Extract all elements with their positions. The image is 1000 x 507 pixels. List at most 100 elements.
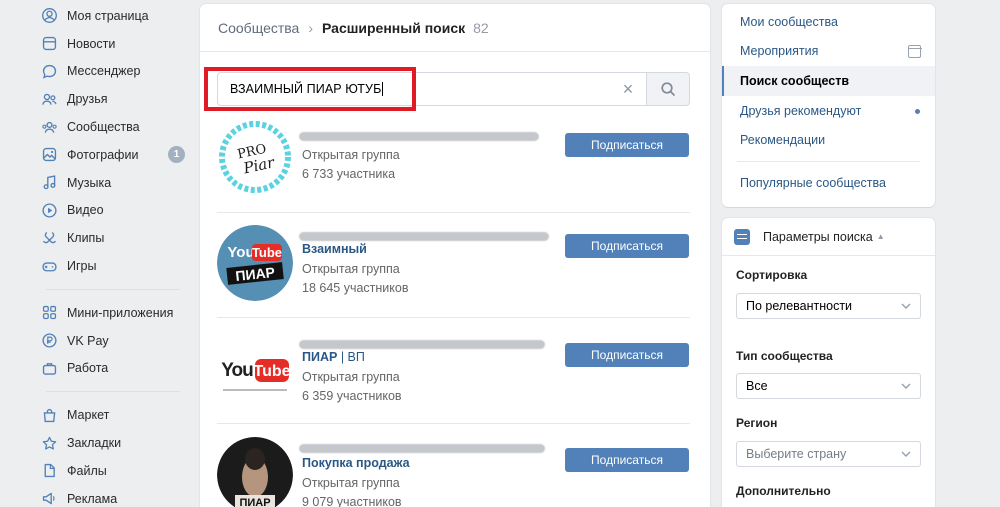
- search-highlight-box: [204, 67, 416, 111]
- nav-item-messenger[interactable]: Мессенджер: [40, 58, 190, 86]
- work-icon: [40, 359, 58, 377]
- nav-label: Мессенджер: [67, 64, 141, 79]
- nav-item-communities[interactable]: Сообщества: [40, 113, 190, 141]
- group-avatar[interactable]: You Tube ПИАР: [217, 225, 293, 301]
- menu-item-label: Друзья рекомендуют: [740, 103, 862, 118]
- nav-label: Сообщества: [67, 120, 140, 135]
- subscribe-button[interactable]: Подписаться: [565, 448, 689, 472]
- nav-item-work[interactable]: Работа: [40, 355, 190, 383]
- vkpay-icon: [40, 332, 58, 350]
- avatar-text: You: [221, 360, 253, 381]
- redacted-group-name: [299, 340, 545, 349]
- chevron-right-icon: ›: [308, 19, 313, 36]
- group-members: 6 359 участников: [302, 389, 402, 403]
- region-select-placeholder: Выберите страну: [746, 447, 847, 461]
- news-icon: [40, 35, 58, 53]
- nav-item-video[interactable]: Видео: [40, 197, 190, 225]
- nav-label: Файлы: [67, 463, 107, 478]
- communities-menu: Мои сообщества Мероприятия Поиск сообщес…: [722, 4, 935, 207]
- nav-item-photos[interactable]: Фотографии 1: [40, 141, 190, 169]
- nav-item-clips[interactable]: Клипы: [40, 224, 190, 252]
- group-name-text: ПИАР: [302, 350, 338, 364]
- community-type-select[interactable]: Все: [736, 373, 921, 399]
- group-members: 18 645 участников: [302, 281, 409, 295]
- nav-label: Реклама: [67, 491, 118, 506]
- group-name-link[interactable]: Покупка продажа: [302, 456, 410, 470]
- avatar-text: Tube: [253, 363, 290, 380]
- nav-item-vk-pay[interactable]: VK Pay: [40, 327, 190, 355]
- group-avatar[interactable]: ПИАР: [217, 437, 293, 507]
- calendar-icon[interactable]: [907, 44, 922, 58]
- messenger-icon: [40, 62, 58, 80]
- nav-label: Музыка: [67, 175, 112, 190]
- group-name-suffix: | ВП: [337, 350, 365, 364]
- avatar-text: ПИАР: [239, 497, 270, 507]
- music-icon: [40, 174, 58, 192]
- unread-dot-icon: [915, 108, 920, 114]
- group-avatar[interactable]: PRO Piar: [217, 119, 293, 195]
- results-count: 82: [473, 19, 489, 36]
- sort-label: Сортировка: [736, 268, 808, 282]
- list-item: You Tube ПИАР Взаимный Открытая группа 1…: [217, 213, 690, 318]
- nav-item-bookmarks[interactable]: Закладки: [40, 429, 190, 457]
- list-item: You Tube ПИАР | ВП Открытая группа 6 359…: [217, 318, 690, 424]
- group-list: PRO Piar Открытая группа 6 733 участника…: [217, 116, 690, 507]
- nav-item-news[interactable]: Новости: [40, 30, 190, 58]
- community-type-value: Все: [746, 379, 768, 393]
- community-type-label: Тип сообщества: [736, 349, 833, 363]
- ads-icon: [40, 490, 58, 507]
- nav-item-mini-apps[interactable]: Мини-приложения: [40, 299, 190, 327]
- nav-label: Видео: [67, 203, 104, 218]
- menu-item-popular-communities[interactable]: Популярные сообщества: [722, 168, 935, 198]
- nav-item-files[interactable]: Файлы: [40, 457, 190, 485]
- friends-icon: [40, 90, 58, 108]
- nav-item-music[interactable]: Музыка: [40, 169, 190, 197]
- nav-label: Фотографии: [67, 147, 139, 162]
- nav-label: Друзья: [67, 92, 108, 107]
- sort-select[interactable]: По релевантности: [736, 293, 921, 319]
- search-parameters-panel: Параметры поиска ▲ Сортировка По релеван…: [722, 218, 935, 507]
- group-avatar[interactable]: You Tube: [217, 332, 293, 408]
- avatar-text: You: [227, 244, 254, 261]
- menu-item-friends-recommend[interactable]: Друзья рекомендуют: [722, 96, 935, 126]
- group-name-link[interactable]: ПИАР | ВП: [302, 350, 365, 364]
- photos-icon: [40, 146, 58, 164]
- apps-icon: [40, 304, 58, 322]
- market-icon: [40, 406, 58, 424]
- games-icon: [40, 257, 58, 275]
- nav-item-my-page[interactable]: Моя страница: [40, 2, 190, 30]
- nav-item-market[interactable]: Маркет: [40, 401, 190, 429]
- communities-icon: [40, 118, 58, 136]
- menu-item-my-communities[interactable]: Мои сообщества: [722, 7, 935, 37]
- group-type: Открытая группа: [302, 370, 400, 384]
- sort-select-value: По релевантности: [746, 299, 853, 313]
- subscribe-button[interactable]: Подписаться: [565, 343, 689, 367]
- additional-label: Дополнительно: [736, 484, 831, 498]
- nav-item-friends[interactable]: Друзья: [40, 85, 190, 113]
- list-item: ПИАР Покупка продажа Открытая группа 9 0…: [217, 424, 690, 507]
- menu-item-label: Мероприятия: [740, 44, 819, 59]
- clear-icon[interactable]: ×: [620, 80, 636, 98]
- breadcrumb-communities-link[interactable]: Сообщества: [218, 20, 299, 36]
- group-name-link[interactable]: Взаимный: [302, 242, 367, 256]
- region-label: Регион: [736, 416, 778, 430]
- nav-item-ads[interactable]: Реклама: [40, 485, 190, 507]
- nav-label: Закладки: [67, 436, 122, 451]
- subscribe-button[interactable]: Подписаться: [565, 133, 689, 157]
- menu-item-events[interactable]: Мероприятия: [722, 37, 935, 67]
- nav-item-games[interactable]: Игры: [40, 252, 190, 280]
- group-members: 9 079 участников: [302, 495, 402, 507]
- collapse-arrow-icon: ▲: [876, 232, 885, 241]
- chevron-down-icon: [901, 383, 911, 389]
- search-button[interactable]: [646, 72, 690, 106]
- menu-item-recommendations[interactable]: Рекомендации: [722, 125, 935, 155]
- region-select[interactable]: Выберите страну: [736, 441, 921, 467]
- subscribe-button[interactable]: Подписаться: [565, 234, 689, 258]
- menu-item-community-search[interactable]: Поиск сообществ: [722, 66, 935, 96]
- nav-divider: [46, 288, 180, 290]
- nav-label: Мини-приложения: [67, 305, 174, 320]
- search-parameters-header[interactable]: Параметры поиска ▲: [722, 218, 935, 256]
- search-parameters-title: Параметры поиска: [763, 229, 873, 244]
- group-type: Открытая группа: [302, 148, 400, 162]
- menu-divider: [737, 160, 920, 162]
